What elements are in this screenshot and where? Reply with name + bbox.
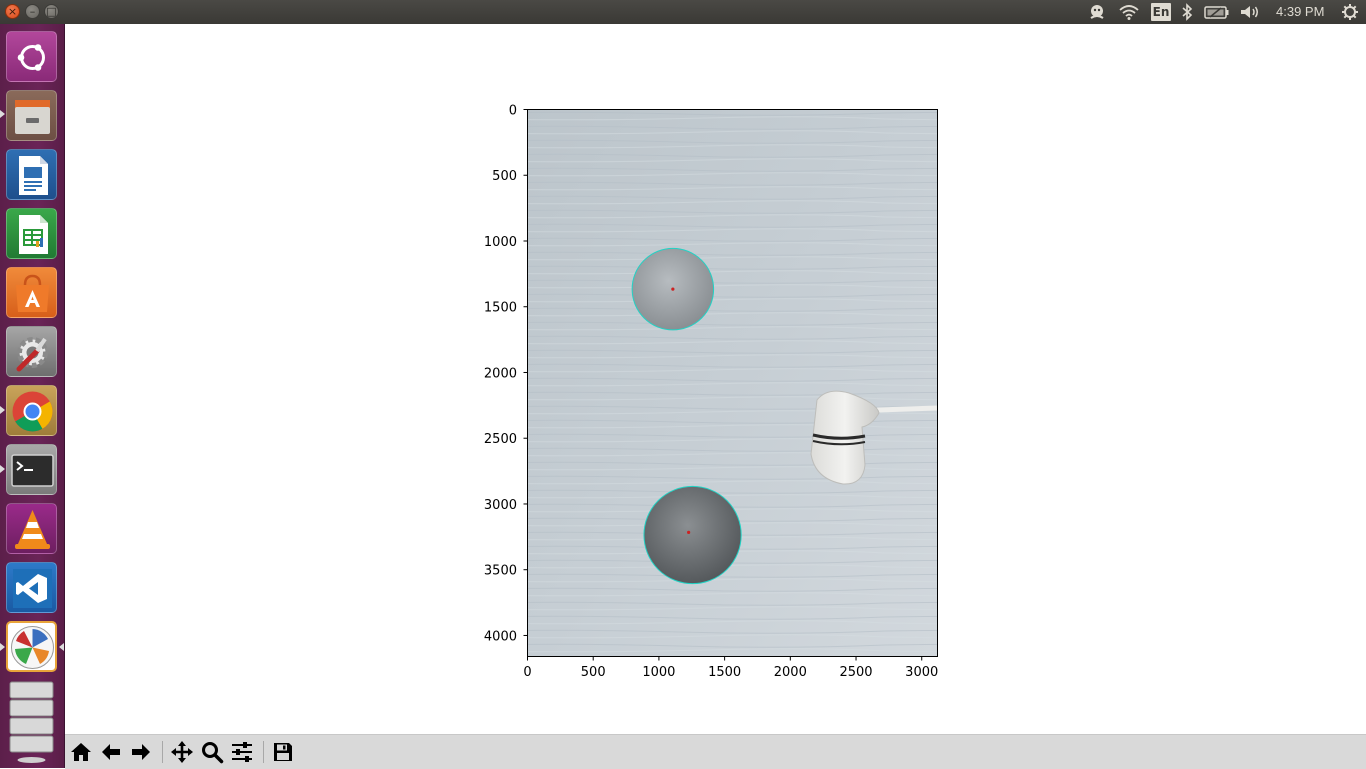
chrome-icon[interactable] xyxy=(6,385,57,436)
photo-image xyxy=(527,109,938,656)
x-tick-label: 0 xyxy=(523,665,531,680)
forward-button[interactable] xyxy=(128,739,154,765)
x-tick-label: 1000 xyxy=(642,665,675,680)
power-gear-icon[interactable] xyxy=(1340,3,1360,21)
y-tick-label: 1000 xyxy=(484,235,517,250)
configure-subplots-button[interactable] xyxy=(229,739,255,765)
photo-wood-texture xyxy=(527,109,937,656)
terminal-running-indicator xyxy=(0,465,5,473)
x-axis: 0 500 1000 1500 2000 2500 3000 xyxy=(523,656,938,680)
bluetooth-icon[interactable] xyxy=(1180,3,1194,21)
battery-icon[interactable] xyxy=(1204,3,1230,21)
libreoffice-writer-icon[interactable] xyxy=(6,149,57,200)
terminal-icon[interactable] xyxy=(6,444,57,495)
sliders-icon xyxy=(232,742,252,762)
earbud-cable xyxy=(876,405,938,413)
files-icon[interactable] xyxy=(6,90,57,141)
toolbar-separator xyxy=(162,741,163,763)
minimize-window-button[interactable]: – xyxy=(25,4,40,19)
keyboard-language-indicator[interactable]: En xyxy=(1151,3,1171,21)
x-tick-label: 500 xyxy=(581,665,606,680)
navigation-toolbar xyxy=(65,734,1366,769)
wifi-icon[interactable] xyxy=(1118,3,1140,21)
home-button[interactable] xyxy=(68,739,94,765)
y-tick-label: 500 xyxy=(492,169,517,184)
x-tick-label: 3000 xyxy=(905,665,938,680)
x-tick-label: 1500 xyxy=(708,665,741,680)
circle-center-marker xyxy=(687,530,691,534)
vlc-icon[interactable] xyxy=(6,503,57,554)
y-tick-label: 3000 xyxy=(484,498,517,513)
top-panel: × – □ En 4:39 PM xyxy=(0,0,1366,24)
software-center-icon[interactable] xyxy=(6,267,57,318)
toolbar-separator xyxy=(263,741,264,763)
figure-running-indicator xyxy=(0,643,5,651)
ubuntu-dash-icon[interactable] xyxy=(6,31,57,82)
indicator-icon[interactable] xyxy=(1087,3,1107,21)
maximize-window-button[interactable]: □ xyxy=(44,4,59,19)
libreoffice-calc-icon[interactable] xyxy=(6,208,57,259)
y-axis: 0 500 1000 1500 2000 2500 3000 3500 4000 xyxy=(484,104,528,644)
home-icon xyxy=(71,743,91,761)
matplotlib-figure-icon[interactable] xyxy=(6,621,57,672)
unity-launcher xyxy=(0,24,65,768)
arrow-left-icon xyxy=(102,744,120,760)
x-tick-label: 2500 xyxy=(839,665,872,680)
y-tick-label: 2500 xyxy=(484,432,517,447)
chrome-running-indicator xyxy=(0,406,5,414)
floppy-disk-icon xyxy=(274,743,292,761)
y-tick-label: 1500 xyxy=(484,301,517,316)
close-window-button[interactable]: × xyxy=(5,4,20,19)
zoom-button[interactable] xyxy=(199,739,225,765)
pan-button[interactable] xyxy=(169,739,195,765)
y-tick-label: 0 xyxy=(509,104,517,119)
volume-icon[interactable] xyxy=(1239,3,1261,21)
y-tick-label: 4000 xyxy=(484,629,517,644)
y-tick-label: 3500 xyxy=(484,564,517,579)
magnifier-icon xyxy=(202,742,224,764)
figure-focused-indicator xyxy=(59,643,64,651)
arrow-right-icon xyxy=(132,744,150,760)
x-tick-label: 2000 xyxy=(774,665,807,680)
plot-figure[interactable]: 0 500 1000 1500 2000 2500 3000 0 500 1000 1500 200… xyxy=(65,24,1366,734)
move-icon xyxy=(171,741,193,763)
system-settings-icon[interactable] xyxy=(6,326,57,377)
back-button[interactable] xyxy=(98,739,124,765)
y-tick-label: 2000 xyxy=(484,366,517,381)
files-running-indicator xyxy=(0,110,5,118)
clock[interactable]: 4:39 PM xyxy=(1276,4,1324,19)
vscode-icon[interactable] xyxy=(6,562,57,613)
figure-canvas[interactable]: 0 500 1000 1500 2000 2500 3000 0 500 1000 1500 200… xyxy=(65,24,1366,734)
save-button[interactable] xyxy=(270,739,296,765)
trash-workspaces-icon[interactable] xyxy=(6,680,57,764)
circle-center-marker xyxy=(671,287,675,291)
